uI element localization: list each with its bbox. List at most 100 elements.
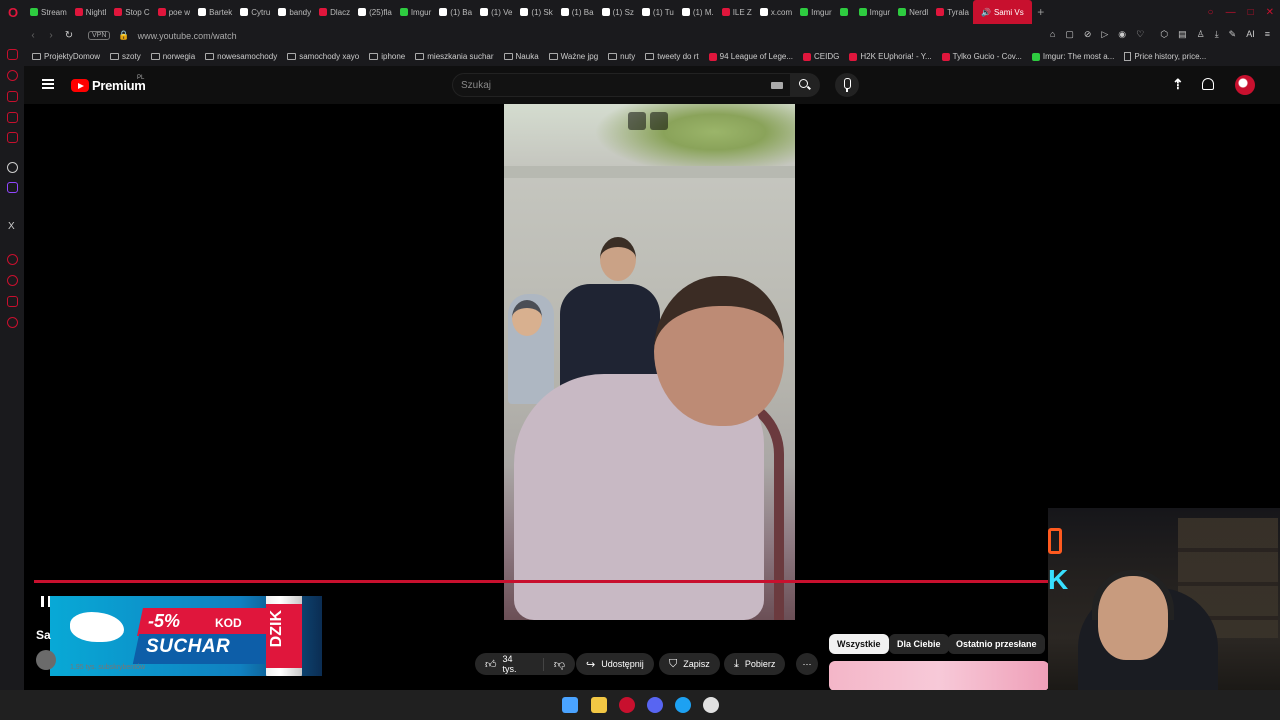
tab-item[interactable]: (1) Ve (476, 0, 516, 24)
heart-icon[interactable]: ♡ (1136, 29, 1144, 40)
voice-search-mic-icon[interactable] (835, 73, 859, 97)
download-button[interactable]: ⤓ Pobierz (724, 653, 786, 675)
tab-item[interactable]: Imgur (396, 0, 435, 24)
more-actions-button[interactable]: ⋯ (796, 653, 818, 675)
sidebar-settings-icon[interactable] (7, 317, 18, 328)
tab-item[interactable]: Tyrala (932, 0, 973, 24)
notifications-bell-icon[interactable] (1202, 78, 1214, 90)
back-button[interactable]: ‹ (24, 30, 42, 41)
maximize-button[interactable]: □ (1248, 7, 1254, 18)
tab-item[interactable]: Bartek (194, 0, 236, 24)
tab-item[interactable]: Stop C (110, 0, 153, 24)
share-button[interactable]: ↪ Udostępnij (576, 653, 654, 675)
bookmark-item[interactable]: H2K EUphoria! - Y... (849, 52, 932, 61)
easy-setup-icon[interactable]: ▤ (1178, 29, 1187, 40)
youtube-logo-icon[interactable] (71, 79, 89, 92)
url-field[interactable]: www.youtube.com/watch (138, 31, 237, 41)
like-count[interactable]: 34 tys. (503, 654, 529, 674)
bookmark-item[interactable]: Imgur: The most a... (1031, 52, 1114, 61)
bookmark-item[interactable]: 94 League of Lege... (708, 52, 793, 61)
bookmark-item[interactable]: nuty (608, 52, 635, 61)
sidebar-messenger-icon[interactable] (7, 112, 18, 123)
discord-icon[interactable] (647, 697, 663, 713)
video-progress-bar[interactable] (34, 580, 1048, 583)
tab-item[interactable]: (1) Ba (435, 0, 476, 24)
tab-item[interactable] (836, 0, 855, 24)
account-icon[interactable]: ♙ (1197, 29, 1205, 40)
camera-icon[interactable]: ◉ (1118, 29, 1126, 40)
filter-chip-for-you[interactable]: Dla Ciebie (889, 634, 949, 654)
messenger-icon[interactable] (675, 697, 691, 713)
sidebar-x-icon[interactable]: X (8, 221, 19, 232)
tab-item[interactable]: (1) Ba (557, 0, 598, 24)
bookmark-item[interactable]: CEIDG (803, 52, 839, 61)
tab-item[interactable]: Nerdl (894, 0, 932, 24)
tab-item[interactable]: Nightl (71, 0, 110, 24)
tab-item[interactable]: ILE Z (718, 0, 756, 24)
skip-icon[interactable] (650, 112, 668, 130)
sidebar-instagram-icon[interactable] (7, 132, 18, 143)
extensions-icon[interactable]: ⬡ (1160, 29, 1168, 40)
user-avatar[interactable] (1235, 75, 1255, 95)
tab-item[interactable]: bandy (274, 0, 315, 24)
sidebar-twitch-icon[interactable] (7, 182, 18, 193)
pin-icon[interactable]: ⌂ (1050, 29, 1055, 40)
app-icon[interactable] (703, 697, 719, 713)
opera-gx-icon[interactable] (619, 697, 635, 713)
tab-item[interactable]: (1) Sk (516, 0, 556, 24)
vpn-badge[interactable]: VPN (88, 31, 111, 40)
new-tab-button[interactable]: + (1032, 5, 1050, 19)
file-explorer-icon[interactable] (591, 697, 607, 713)
search-input[interactable] (453, 74, 753, 96)
tab-item[interactable]: poe w (154, 0, 194, 24)
bookmark-item[interactable]: samochody xayo (287, 52, 359, 61)
sidebar-pin-icon[interactable] (7, 296, 18, 307)
filter-chip-all[interactable]: Wszystkie (829, 634, 889, 654)
recommended-thumbnail[interactable] (829, 661, 1049, 691)
play-icon[interactable]: ▷ (1101, 29, 1108, 40)
tab-item[interactable]: Imgur (796, 0, 835, 24)
tab-item[interactable]: Stream (26, 0, 71, 24)
lock-icon[interactable]: 🔒 (118, 30, 129, 41)
download-icon[interactable]: ⤓ (1215, 29, 1219, 40)
tab-item[interactable]: (1) Tu (638, 0, 678, 24)
sidebar-recent-icon[interactable] (7, 275, 18, 286)
tab-item[interactable]: x.com (756, 0, 796, 24)
search-button[interactable] (790, 73, 820, 97)
upload-icon[interactable]: ⇡ (1172, 76, 1184, 93)
dislike-icon[interactable]: 👎︎ (542, 657, 565, 671)
minimize-button[interactable]: — (1226, 7, 1236, 18)
bookmark-item[interactable]: szoty (110, 52, 141, 61)
forward-button[interactable]: › (42, 30, 60, 41)
tab-item[interactable]: Cytru (236, 0, 274, 24)
miniplayer-icon[interactable] (628, 112, 646, 130)
sidebar-chatgpt-icon[interactable] (7, 162, 18, 173)
tab-item[interactable]: (25)fla (354, 0, 396, 24)
edit-icon[interactable]: ✎ (1229, 29, 1237, 40)
bookmark-item[interactable]: Tylko Gucio - Cov... (941, 52, 1022, 61)
snapshot-icon[interactable]: ▢ (1065, 29, 1074, 40)
sidebar-mail-icon[interactable] (7, 49, 18, 60)
tab-item[interactable]: Dlacz (315, 0, 354, 24)
search-tabs-icon[interactable]: ○ (1208, 7, 1214, 18)
sidebar-wallet-icon[interactable] (7, 91, 18, 102)
keyboard-icon[interactable] (771, 82, 783, 89)
filter-chip-recent[interactable]: Ostatnio przesłane (948, 634, 1045, 654)
channel-avatar[interactable] (36, 650, 56, 670)
bookmark-item[interactable]: norwegia (150, 52, 195, 61)
sidebar-history-icon[interactable] (7, 70, 18, 81)
bookmark-item[interactable]: Ważne jpg (548, 52, 598, 61)
reload-icon[interactable]: ↻ (60, 30, 78, 41)
bookmark-item[interactable]: tweety do rt (645, 52, 699, 61)
menu-icon[interactable]: ≡ (1265, 29, 1270, 40)
windows-start-icon[interactable] (562, 697, 578, 713)
aria-ai-label[interactable]: AI (1246, 29, 1255, 40)
save-button[interactable]: ⛉ Zapisz (659, 653, 720, 675)
adblock-icon[interactable]: ⊘ (1084, 29, 1092, 40)
tab-item[interactable]: (1) Sz (598, 0, 638, 24)
bookmark-item[interactable]: mieszkania suchar (415, 52, 494, 61)
close-button[interactable]: ✕ (1266, 7, 1274, 18)
tab-active[interactable]: 🔊 Sami Vs (973, 0, 1032, 24)
bookmark-item[interactable]: Price history, price... (1124, 52, 1206, 61)
sidebar-percent-icon[interactable] (7, 203, 18, 214)
